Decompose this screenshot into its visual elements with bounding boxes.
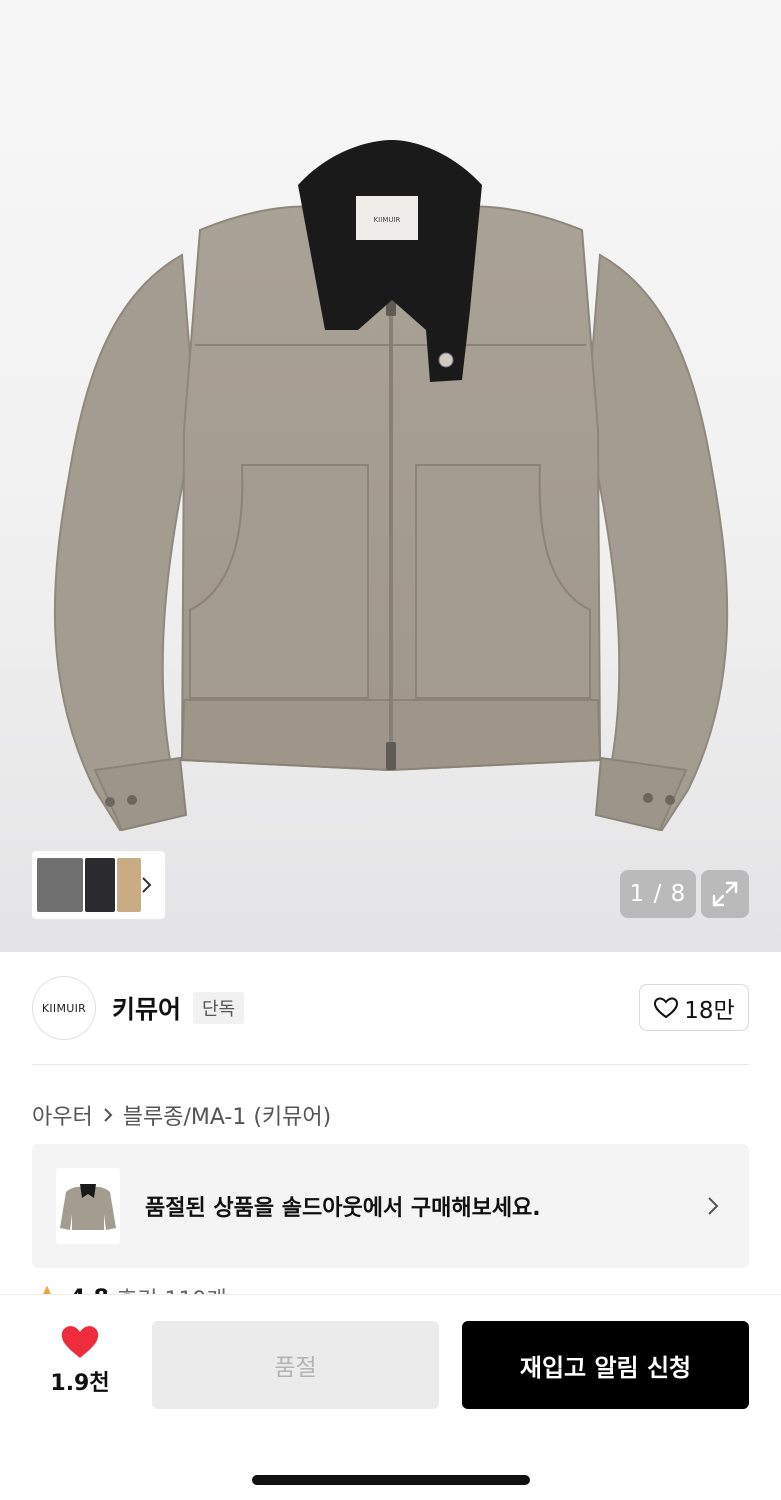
- chevron-right-icon[interactable]: [137, 873, 157, 897]
- brand-logo[interactable]: KIIMUIR: [32, 976, 96, 1040]
- expand-icon: [712, 881, 738, 907]
- breadcrumb-item[interactable]: 블루종/MA-1 (키뮤어): [123, 1099, 332, 1131]
- expand-button[interactable]: [701, 870, 749, 918]
- banner-text: 품절된 상품을 솔드아웃에서 구매해보세요.: [145, 1196, 541, 1221]
- soldout-market-banner[interactable]: 품절된 상품을 솔드아웃에서 구매해보세요.: [32, 1144, 749, 1268]
- home-indicator: [252, 1475, 530, 1485]
- brand-logo-text: KIIMUIR: [41, 1001, 87, 1015]
- image-counter: 1 / 8: [620, 870, 696, 918]
- soldout-button[interactable]: 품절: [152, 1321, 439, 1409]
- brand-row: KIIMUIR 키뮤어 단독 18만: [0, 952, 781, 1064]
- banner-product-thumbnail: [56, 1168, 120, 1244]
- thumbnail-black-jacket[interactable]: [85, 858, 115, 912]
- brand-like-count: 18만: [684, 997, 735, 1024]
- svg-text:KIIMUIR: KIIMUIR: [374, 216, 401, 224]
- divider: [32, 1064, 749, 1065]
- restock-alert-button[interactable]: 재입고 알림 신청: [462, 1321, 749, 1409]
- chevron-right-icon: [104, 1108, 113, 1122]
- bottom-action-bar: 1.9천 품절 재입고 알림 신청: [0, 1294, 781, 1500]
- heart-outline-icon: [654, 996, 679, 1018]
- breadcrumb: 아우터 블루종/MA-1 (키뮤어): [32, 1099, 331, 1131]
- brand-like-button[interactable]: 18만: [639, 984, 749, 1031]
- wishlist-button[interactable]: 1.9천: [40, 1323, 120, 1403]
- thumbnail-strip[interactable]: [32, 851, 165, 919]
- heart-filled-icon: [61, 1326, 99, 1358]
- thumbnail-grey-jacket[interactable]: [37, 858, 83, 912]
- product-image-gallery[interactable]: KIIMUIR 1 / 8: [0, 0, 781, 952]
- chevron-right-icon: [708, 1197, 719, 1215]
- product-image[interactable]: KIIMUIR: [0, 0, 781, 952]
- breadcrumb-item[interactable]: 아우터: [32, 1099, 93, 1131]
- brand-name[interactable]: 키뮤어: [112, 990, 181, 1026]
- wishlist-count: 1.9천: [50, 1371, 110, 1396]
- exclusive-badge: 단독: [193, 992, 245, 1024]
